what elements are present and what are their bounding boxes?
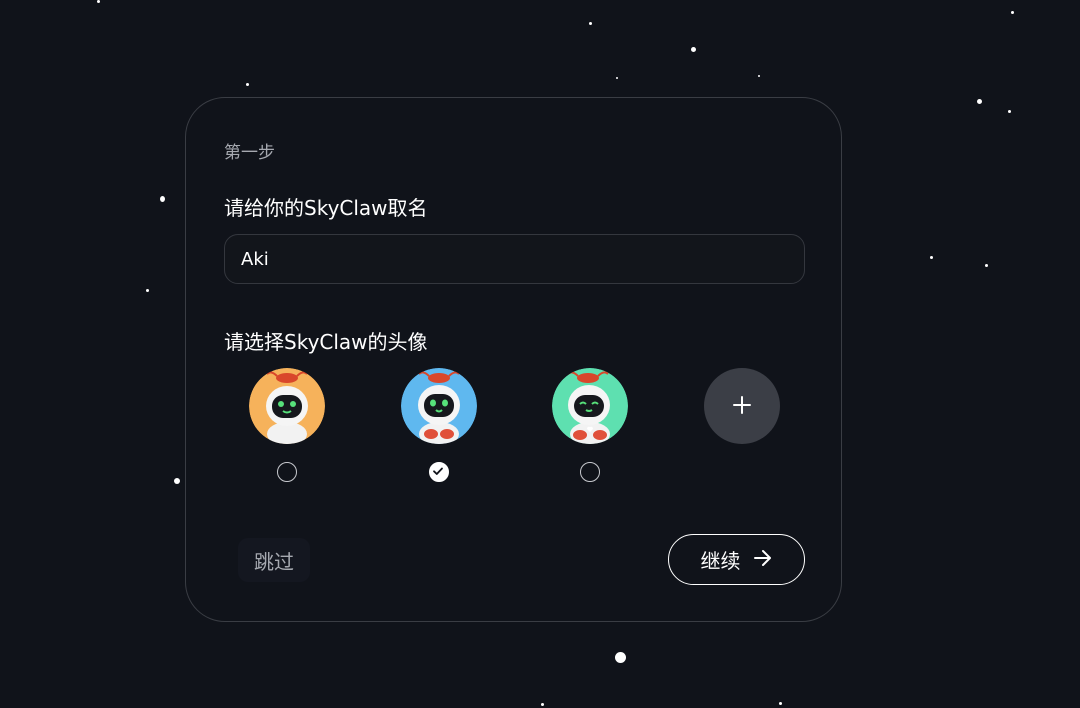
plus-icon <box>732 395 752 418</box>
star <box>589 22 592 25</box>
robot-lobster-avatar-orange-icon[interactable] <box>249 368 325 444</box>
star <box>246 83 249 86</box>
star <box>779 702 782 705</box>
robot-lobster-avatar-green-icon[interactable] <box>552 368 628 444</box>
continue-button[interactable]: 继续 <box>668 534 805 585</box>
continue-label: 继续 <box>700 549 741 573</box>
setup-dialog: 第一步 请给你的SkyClaw取名 请选择SkyClaw的头像 <box>185 97 842 622</box>
star <box>977 99 982 104</box>
name-input[interactable] <box>224 234 805 284</box>
star <box>758 75 760 77</box>
star <box>174 478 180 484</box>
star <box>930 256 933 259</box>
star <box>691 47 696 52</box>
star <box>160 196 165 202</box>
star <box>616 77 618 79</box>
avatar-radio-orange[interactable] <box>277 462 297 482</box>
star <box>1011 11 1014 14</box>
add-avatar-button[interactable] <box>704 368 780 444</box>
star <box>146 289 149 292</box>
star <box>541 703 544 706</box>
arrow-right-icon <box>753 548 773 572</box>
star <box>1008 110 1011 113</box>
star <box>985 264 988 267</box>
star <box>97 0 100 3</box>
star <box>615 652 626 663</box>
avatar-radio-blue[interactable] <box>429 462 449 482</box>
avatar-radio-green[interactable] <box>580 462 600 482</box>
skip-button[interactable]: 跳过 <box>238 538 310 582</box>
name-question: 请给你的SkyClaw取名 <box>224 196 428 220</box>
robot-lobster-avatar-blue-icon[interactable] <box>401 368 477 444</box>
avatar-question: 请选择SkyClaw的头像 <box>224 330 428 354</box>
step-label: 第一步 <box>224 143 275 163</box>
